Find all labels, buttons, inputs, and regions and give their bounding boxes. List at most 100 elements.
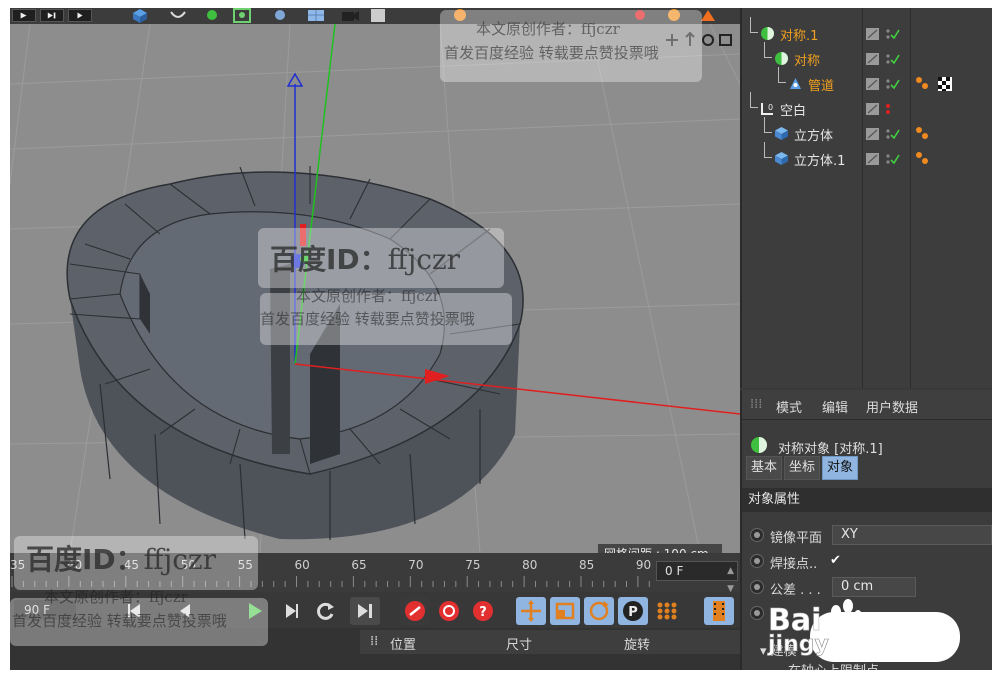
- weld-points-label: 焊接点..: [770, 557, 818, 572]
- tab-coordinates[interactable]: 坐标: [784, 456, 821, 480]
- play-toolbar-button[interactable]: [68, 9, 92, 22]
- loop-button[interactable]: [310, 597, 340, 625]
- watermark-slogan: 首发百度经验 转载要点赞投票哦: [260, 310, 475, 328]
- cinema4d-window: 网格间距 : 100 cm 354045505560657075808590 0…: [10, 8, 992, 670]
- menu-edit[interactable]: 编辑: [822, 397, 848, 416]
- svg-text:?: ?: [479, 605, 487, 620]
- tree-connector: [764, 42, 772, 58]
- light-toolbar-icon[interactable]: [368, 8, 388, 23]
- bend-toolbar-icon[interactable]: [168, 8, 188, 23]
- object-name[interactable]: 管道: [808, 75, 834, 94]
- position-key-button[interactable]: [516, 597, 546, 625]
- tab-basic[interactable]: 基本: [746, 456, 783, 480]
- watermark-id: 百度ID：ffjczr: [26, 538, 216, 578]
- timeline-tick-label: 75: [465, 558, 481, 572]
- object-row[interactable]: 0 空白: [742, 92, 992, 121]
- attribute-menu-bar: ⁞⁞⁞ 模式 编辑 用户数据: [742, 390, 992, 420]
- position-header: 位置: [390, 638, 417, 653]
- cube-toolbar-icon[interactable]: [130, 8, 150, 23]
- animate-toggle[interactable]: [750, 580, 764, 594]
- null-object-icon: 0: [760, 101, 775, 116]
- object-row[interactable]: 对称.1: [742, 17, 992, 46]
- grid-spacing-label: 网格间距 : 100 cm: [598, 544, 722, 553]
- step-forward-toolbar-button[interactable]: [40, 9, 64, 22]
- object-row[interactable]: 立方体.1: [742, 142, 992, 171]
- rotation-header: 旋转: [624, 638, 651, 653]
- layer-visibility-flags[interactable]: [866, 102, 906, 116]
- animate-toggle[interactable]: [750, 554, 764, 568]
- weld-points-property: 焊接点.. ✔: [742, 548, 992, 574]
- timeline-tick-label: 70: [408, 558, 424, 572]
- scale-key-button[interactable]: [550, 597, 580, 625]
- layer-visibility-flags[interactable]: [866, 77, 906, 91]
- autokeying-button[interactable]: [434, 597, 464, 625]
- watermark-id-prefix: 百度ID：: [270, 243, 388, 276]
- tree-connector: [750, 92, 758, 108]
- timeline-tick-label: 60: [294, 558, 310, 572]
- layer-visibility-flags[interactable]: [866, 127, 906, 141]
- generator-toolbar-icon[interactable]: [202, 8, 222, 23]
- layer-visibility-flags[interactable]: [866, 27, 906, 41]
- timeline-tick-label: 85: [579, 558, 595, 572]
- current-frame-value: 0 F: [665, 564, 684, 578]
- animate-toggle[interactable]: [750, 528, 764, 542]
- watermark-id-value: ffjczr: [143, 543, 217, 576]
- watermark-id-value: ffjczr: [387, 243, 461, 276]
- mirror-plane-dropdown[interactable]: XY: [832, 525, 992, 545]
- object-name[interactable]: 对称: [794, 50, 820, 69]
- animate-toggle[interactable]: [750, 606, 764, 620]
- coordinate-header: ⁞⁞ 位置 尺寸 旋转: [360, 630, 740, 654]
- layer-visibility-flags[interactable]: [866, 152, 906, 166]
- rotation-key-button[interactable]: [584, 597, 614, 625]
- attribute-object-title: 对称对象 [对称.1]: [778, 442, 883, 457]
- layer-visibility-flags[interactable]: [866, 52, 906, 66]
- menu-user-data[interactable]: 用户数据: [866, 397, 918, 416]
- weld-points-checkbox[interactable]: ✔: [830, 553, 841, 568]
- watermark-slogan: 首发百度经验 转载要点赞投票哦: [444, 44, 659, 62]
- object-name[interactable]: 立方体.1: [794, 150, 845, 169]
- cube-icon: [774, 126, 789, 141]
- tree-connector: [778, 67, 786, 83]
- cube-icon: [774, 151, 789, 166]
- svg-text:0: 0: [768, 103, 773, 112]
- go-to-end-button[interactable]: [350, 597, 380, 625]
- tree-connector: [764, 117, 772, 133]
- tab-object[interactable]: 对象: [822, 456, 859, 480]
- object-tags[interactable]: [914, 75, 964, 93]
- symmetry-icon: [774, 51, 789, 66]
- go-to-next-frame-button[interactable]: [276, 597, 306, 625]
- object-name[interactable]: 空白: [780, 100, 806, 119]
- menu-mode[interactable]: 模式: [776, 397, 802, 416]
- watermark-author: 本文原创作者：ffjczr: [476, 20, 620, 38]
- watermark-id: 百度ID：ffjczr: [270, 238, 460, 278]
- object-row[interactable]: 立方体: [742, 117, 992, 146]
- grip-icon: ⁞⁞⁞: [750, 397, 763, 412]
- current-frame-field[interactable]: 0 F ▲ ▼: [656, 561, 738, 594]
- camera-toolbar-icon[interactable]: [340, 8, 360, 23]
- floor-toolbar-icon[interactable]: [306, 8, 326, 23]
- play-forward-toolbar-button[interactable]: [12, 9, 36, 22]
- timeline-tick-label: 80: [522, 558, 538, 572]
- coord-grip-icon: ⁞⁞: [370, 634, 379, 649]
- watermark-id-prefix: 百度ID：: [26, 543, 144, 576]
- size-header: 尺寸: [506, 638, 533, 653]
- timeline-tick-label: 90: [635, 558, 652, 572]
- tree-connector: [764, 142, 772, 158]
- scene-toolbar-icon[interactable]: [270, 8, 290, 23]
- object-tags[interactable]: [914, 150, 964, 168]
- object-manager: 对称.1 对称管道 0 空白立方体立方体.1: [740, 8, 992, 388]
- scheme-settings-button[interactable]: [704, 597, 734, 625]
- baidu-jingyan-text: jingy: [768, 632, 829, 658]
- keyframe-selection-button[interactable]: ?: [468, 597, 498, 625]
- object-row[interactable]: 管道: [742, 67, 992, 96]
- symmetry-icon: [760, 26, 775, 41]
- symmetry-icon: [751, 437, 767, 453]
- svg-text:P: P: [628, 605, 638, 620]
- record-active-objects-button[interactable]: [400, 597, 430, 625]
- point-level-animation-button[interactable]: [652, 597, 682, 625]
- object-name[interactable]: 立方体: [794, 125, 833, 144]
- parameter-key-button[interactable]: P: [618, 597, 648, 625]
- object-name[interactable]: 对称.1: [780, 25, 818, 44]
- deformer-toolbar-icon[interactable]: [232, 8, 252, 23]
- object-tags[interactable]: [914, 125, 964, 143]
